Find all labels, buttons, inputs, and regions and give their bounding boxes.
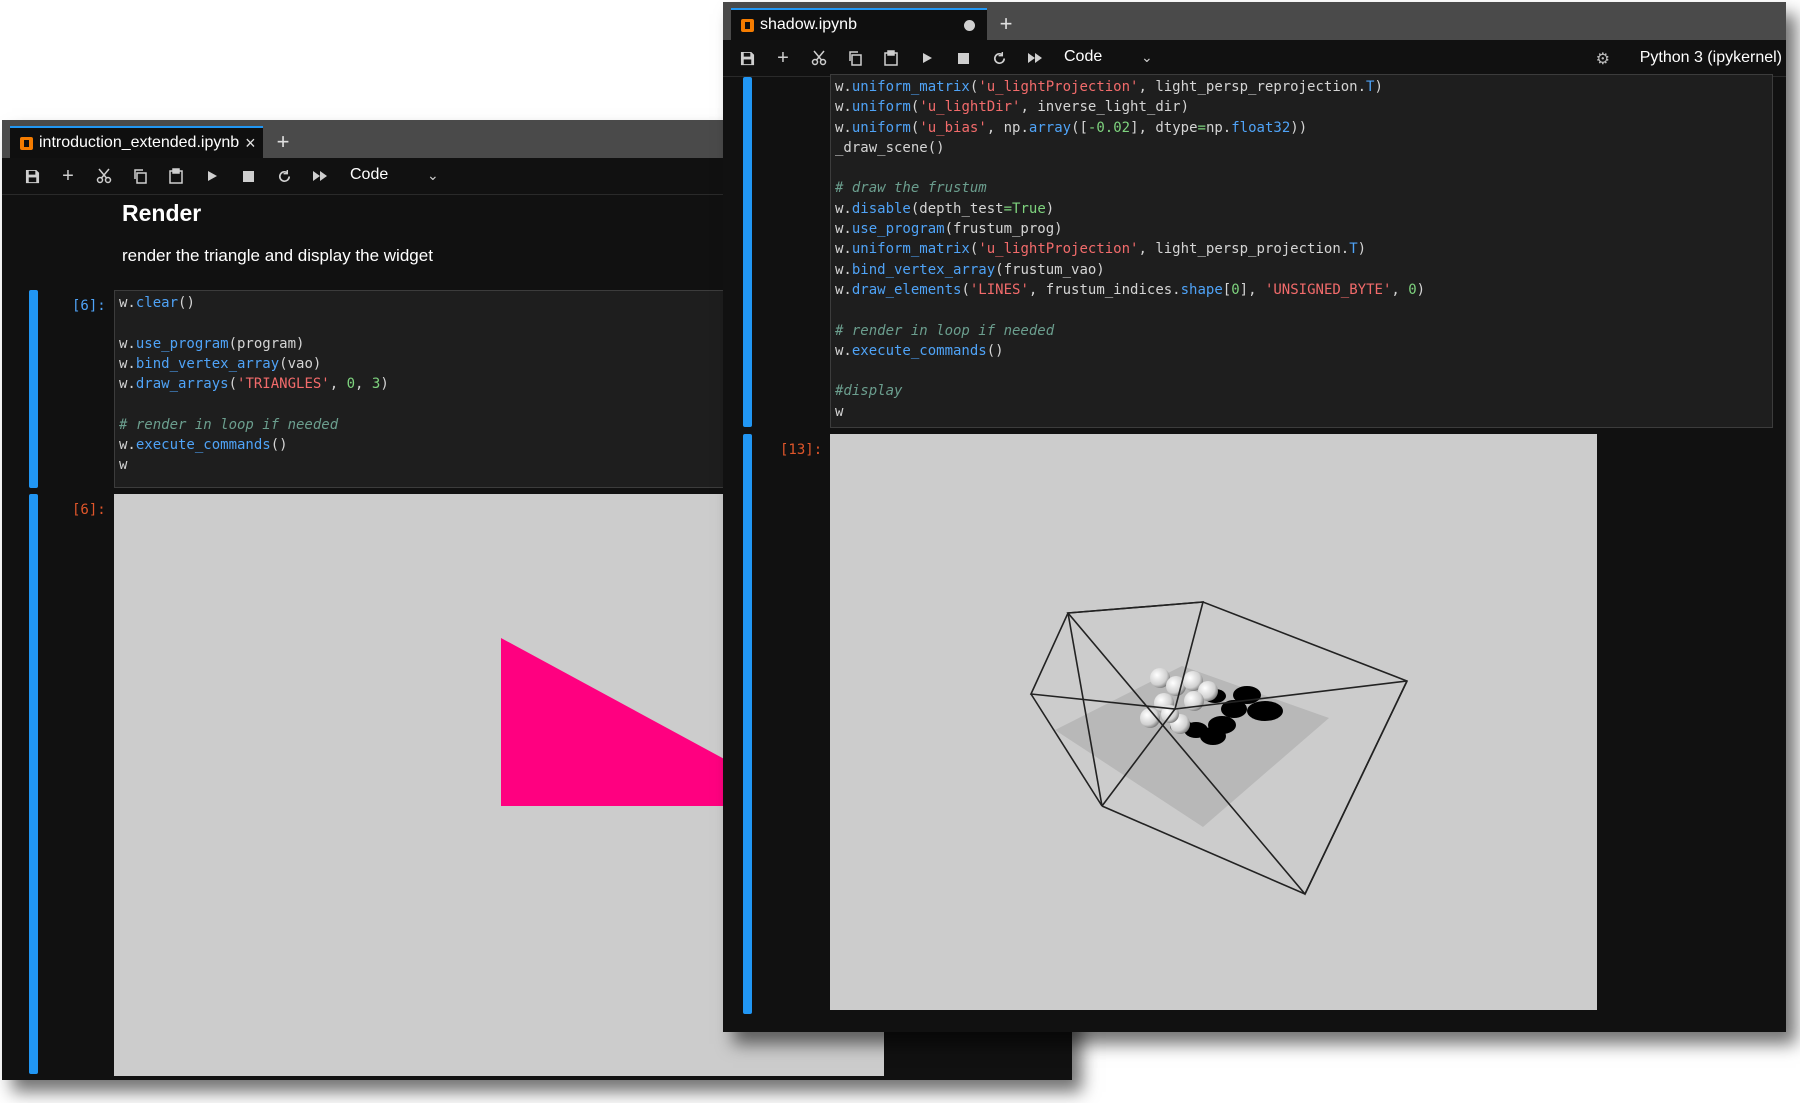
chevron-down-icon[interactable]: ⌄ xyxy=(427,167,439,184)
shadow-scene xyxy=(1029,601,1409,896)
stop-icon[interactable] xyxy=(234,158,262,194)
tab-label: introduction_extended.ipynb xyxy=(39,134,240,151)
add-cell-icon[interactable]: + xyxy=(769,40,797,76)
output-prompt: [13]: xyxy=(780,442,823,458)
chevron-down-icon[interactable]: ⌄ xyxy=(1141,49,1153,66)
code-line: w.use_program(frustum_prog) xyxy=(835,221,1063,238)
notebook-icon xyxy=(741,18,754,32)
copy-icon[interactable] xyxy=(126,158,154,194)
code-editor[interactable]: w.uniform_matrix('u_lightProjection', li… xyxy=(830,74,1773,428)
code-line: # render in loop if needed xyxy=(835,322,1055,339)
cut-icon[interactable] xyxy=(805,40,833,76)
code-line: w.draw_elements('LINES', frustum_indices… xyxy=(835,281,1426,298)
close-icon[interactable]: × xyxy=(245,133,256,154)
markdown-heading: Render xyxy=(122,200,202,226)
input-prompt: [6]: xyxy=(72,298,106,314)
restart-icon[interactable] xyxy=(985,40,1013,76)
new-tab-button[interactable]: + xyxy=(267,127,299,157)
paste-icon[interactable] xyxy=(162,158,190,194)
notebook-icon xyxy=(20,136,33,150)
code-line: w.uniform('u_lightDir', inverse_light_di… xyxy=(835,99,1190,116)
paste-icon[interactable] xyxy=(877,40,905,76)
bug-icon[interactable]: ⚙ xyxy=(1596,49,1610,69)
tab-shadow[interactable]: shadow.ipynb xyxy=(731,8,987,40)
tab-label: shadow.ipynb xyxy=(760,16,857,33)
cell-collapser-bar[interactable] xyxy=(29,290,38,488)
save-icon[interactable] xyxy=(18,158,46,194)
new-tab-button[interactable]: + xyxy=(990,9,1022,39)
fast-forward-icon[interactable] xyxy=(306,158,334,194)
stop-icon[interactable] xyxy=(949,40,977,76)
notebook-window-shadow: shadow.ipynb + + Code ⌄ ⚙ Python 3 (ipyk… xyxy=(723,2,1786,1032)
copy-icon[interactable] xyxy=(841,40,869,76)
output-collapser-bar[interactable] xyxy=(743,434,752,1014)
code-line: _draw_scene() xyxy=(835,139,945,156)
cell-collapser-bar[interactable] xyxy=(743,77,752,427)
restart-icon[interactable] xyxy=(270,158,298,194)
tab-introduction-extended[interactable]: introduction_extended.ipynb × xyxy=(10,126,263,158)
code-line: w.execute_commands() xyxy=(835,342,1004,359)
cut-icon[interactable] xyxy=(90,158,118,194)
unsaved-dot-icon[interactable] xyxy=(964,19,975,31)
output-prompt: [6]: xyxy=(72,502,106,518)
code-line: # draw the frustum xyxy=(835,180,987,197)
cell-type-select[interactable]: Code xyxy=(350,166,388,184)
cell-type-select[interactable]: Code xyxy=(1064,48,1102,66)
run-icon[interactable] xyxy=(913,40,941,76)
code-line: #display xyxy=(835,383,903,400)
code-line: w.bind_vertex_array(frustum_vao) xyxy=(835,261,1105,278)
markdown-text: render the triangle and display the widg… xyxy=(122,246,433,265)
code-line: w.uniform('u_bias', np.array([-0.02], dt… xyxy=(835,119,1308,136)
code-line: w xyxy=(835,403,844,420)
run-icon[interactable] xyxy=(198,158,226,194)
code-line: w.uniform_matrix('u_lightProjection', li… xyxy=(835,241,1367,258)
save-icon[interactable] xyxy=(733,40,761,76)
notebook-toolbar: + Code ⌄ ⚙ Python 3 (ipykernel) xyxy=(723,40,1786,77)
code-line: w.uniform_matrix('u_lightProjection', li… xyxy=(835,79,1383,95)
add-cell-icon[interactable]: + xyxy=(54,158,82,194)
widget-output-canvas[interactable] xyxy=(830,434,1597,1010)
code-line: w.disable(depth_test=True) xyxy=(835,200,1055,217)
tab-bar: shadow.ipynb + xyxy=(723,2,1786,40)
fast-forward-icon[interactable] xyxy=(1021,40,1049,76)
kernel-name[interactable]: Python 3 (ipykernel) xyxy=(1640,49,1782,67)
output-collapser-bar[interactable] xyxy=(29,494,38,1074)
